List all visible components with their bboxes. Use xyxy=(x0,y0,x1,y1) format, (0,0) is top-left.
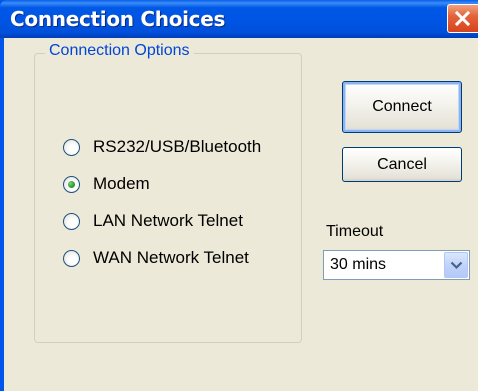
connection-options-label: Connection Options xyxy=(45,42,194,60)
radio-label: RS232/USB/Bluetooth xyxy=(93,137,262,156)
radio-label: LAN Network Telnet xyxy=(93,211,243,230)
radio-lan-telnet[interactable]: LAN Network Telnet xyxy=(63,210,243,232)
radio-button[interactable] xyxy=(63,138,80,156)
title-bar[interactable]: Connection Choices xyxy=(0,0,478,38)
radio-selected-dot xyxy=(68,180,75,188)
radio-wan-telnet[interactable]: WAN Network Telnet xyxy=(63,247,249,269)
connection-options-group xyxy=(34,53,302,343)
radio-button[interactable] xyxy=(63,175,80,193)
radio-button[interactable] xyxy=(63,212,80,230)
radio-rs232[interactable]: RS232/USB/Bluetooth xyxy=(63,136,261,158)
radio-modem[interactable]: Modem xyxy=(63,173,150,195)
window-title: Connection Choices xyxy=(10,7,226,31)
timeout-select[interactable]: 30 mins xyxy=(323,250,470,280)
radio-button[interactable] xyxy=(63,249,80,267)
chevron-down-icon xyxy=(450,261,463,270)
timeout-label: Timeout xyxy=(326,223,384,240)
connect-button[interactable]: Connect xyxy=(342,81,462,133)
dropdown-button[interactable] xyxy=(444,252,468,278)
close-button[interactable] xyxy=(447,4,478,33)
radio-label: Modem xyxy=(93,174,150,193)
cancel-button[interactable]: Cancel xyxy=(342,147,462,182)
radio-label: WAN Network Telnet xyxy=(93,248,249,267)
close-icon xyxy=(454,10,471,27)
timeout-value: 30 mins xyxy=(330,256,387,273)
